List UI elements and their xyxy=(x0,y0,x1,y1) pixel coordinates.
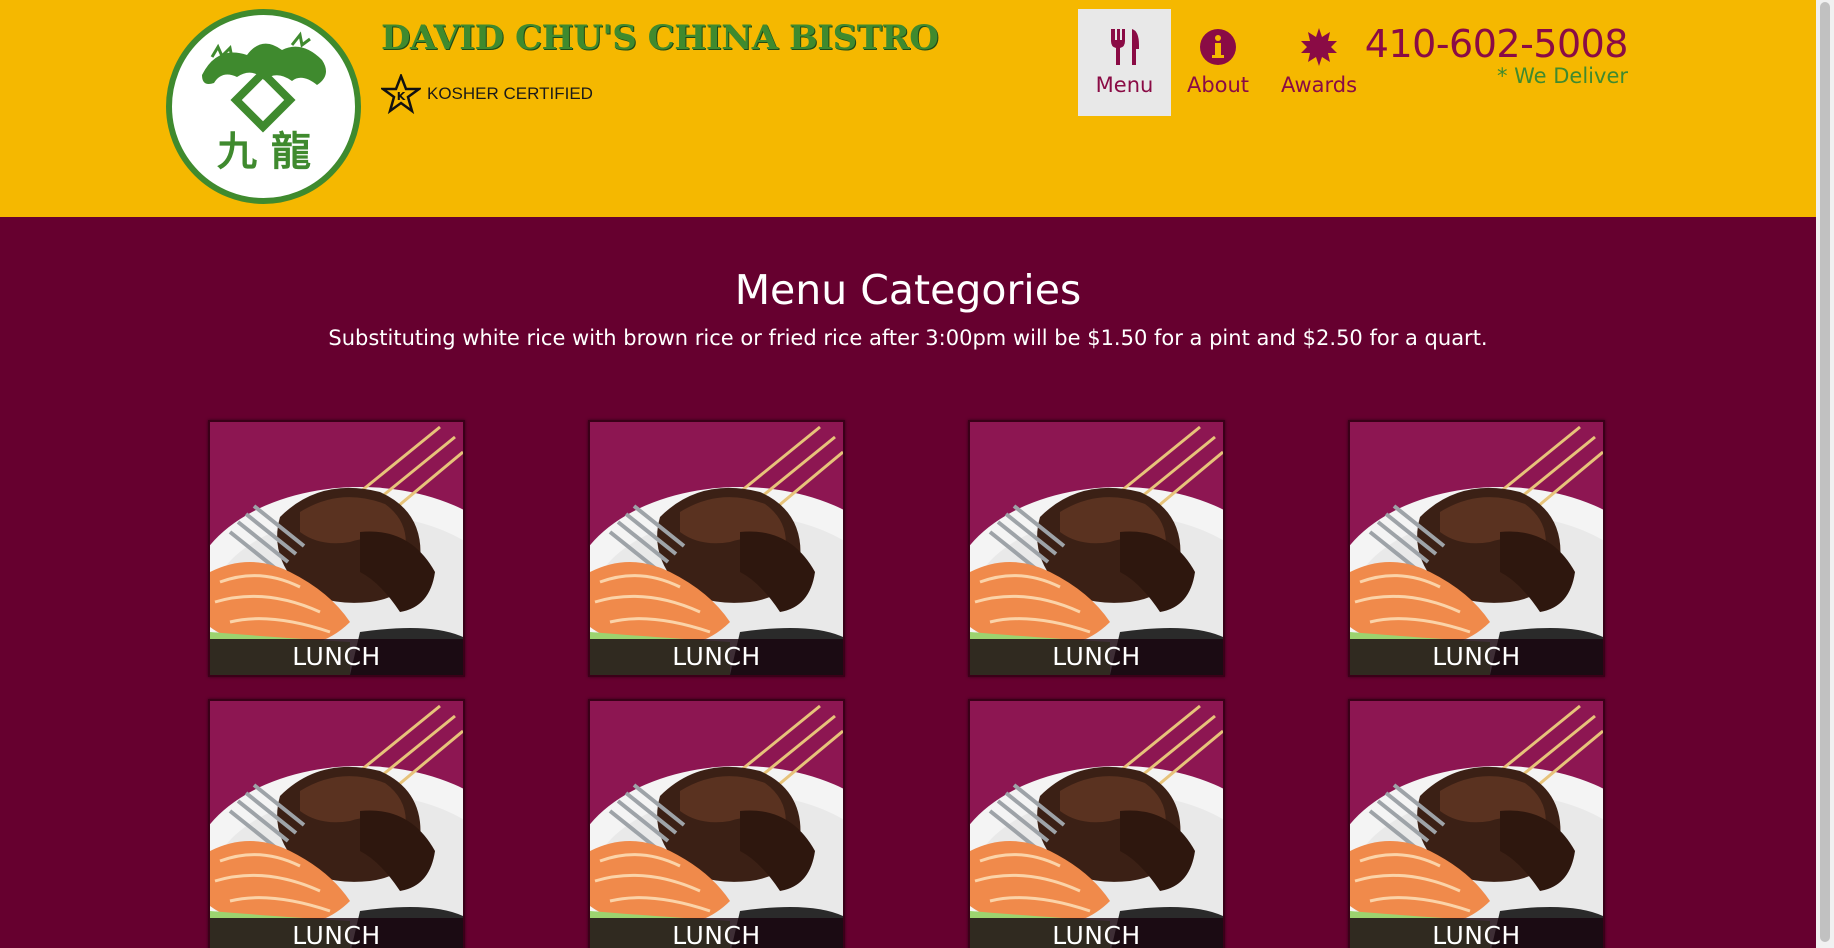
nav-item-menu[interactable]: Menu xyxy=(1078,9,1171,116)
satay-dish-image xyxy=(590,422,843,675)
nav-item-about[interactable]: About xyxy=(1171,9,1265,116)
category-label: LUNCH xyxy=(970,918,1223,948)
category-label: LUNCH xyxy=(590,918,843,948)
category-label: LUNCH xyxy=(210,639,463,675)
category-label: LUNCH xyxy=(210,918,463,948)
satay-dish-image xyxy=(210,422,463,675)
category-card[interactable]: LUNCH xyxy=(588,699,845,948)
svg-text:K: K xyxy=(397,90,406,103)
deliver-note: * We Deliver xyxy=(1496,64,1628,88)
satay-dish-image xyxy=(210,701,463,948)
category-card[interactable]: LUNCH xyxy=(208,420,465,677)
satay-dish-image xyxy=(1350,701,1603,948)
kosher-star-icon: K xyxy=(381,74,421,114)
satay-dish-image xyxy=(590,701,843,948)
site-header: 九 龍 DAVID CHU'S CHINA BISTRO K KOSHER CE… xyxy=(0,0,1816,217)
category-label: LUNCH xyxy=(970,639,1223,675)
logo-glyphs: 九 龍 xyxy=(217,128,311,175)
satay-dish-image xyxy=(1350,422,1603,675)
brand-title[interactable]: DAVID CHU'S CHINA BISTRO xyxy=(381,18,939,58)
category-label: LUNCH xyxy=(590,639,843,675)
category-card[interactable]: LUNCH xyxy=(968,420,1225,677)
rice-note: Substituting white rice with brown rice … xyxy=(328,326,1488,350)
category-card[interactable]: LUNCH xyxy=(968,699,1225,948)
phone-number[interactable]: 410-602-5008 xyxy=(1328,22,1629,66)
category-card[interactable]: LUNCH xyxy=(208,699,465,948)
kosher-badge: K KOSHER CERTIFIED xyxy=(381,74,593,114)
dragon-logo-icon: 九 龍 xyxy=(202,31,326,175)
satay-dish-image xyxy=(970,422,1223,675)
category-card[interactable]: LUNCH xyxy=(1348,699,1605,948)
info-circle-icon xyxy=(1200,29,1236,65)
category-label: LUNCH xyxy=(1350,639,1603,675)
category-card[interactable]: LUNCH xyxy=(588,420,845,677)
scrollbar-thumb[interactable] xyxy=(1820,2,1830,942)
category-card[interactable]: LUNCH xyxy=(1348,420,1605,677)
dragon-logo[interactable]: 九 龍 xyxy=(166,9,361,204)
phone-block: 410-602-5008 * We Deliver xyxy=(1328,22,1629,88)
page-title: Menu Categories xyxy=(734,266,1082,314)
satay-dish-image xyxy=(970,701,1223,948)
category-label: LUNCH xyxy=(1350,918,1603,948)
nav-label-about: About xyxy=(1186,73,1250,97)
page-scrollbar[interactable] xyxy=(1816,0,1834,948)
utensils-icon xyxy=(1110,29,1139,65)
kosher-label: KOSHER CERTIFIED xyxy=(427,84,593,103)
nav-label-menu: Menu xyxy=(1095,73,1154,97)
